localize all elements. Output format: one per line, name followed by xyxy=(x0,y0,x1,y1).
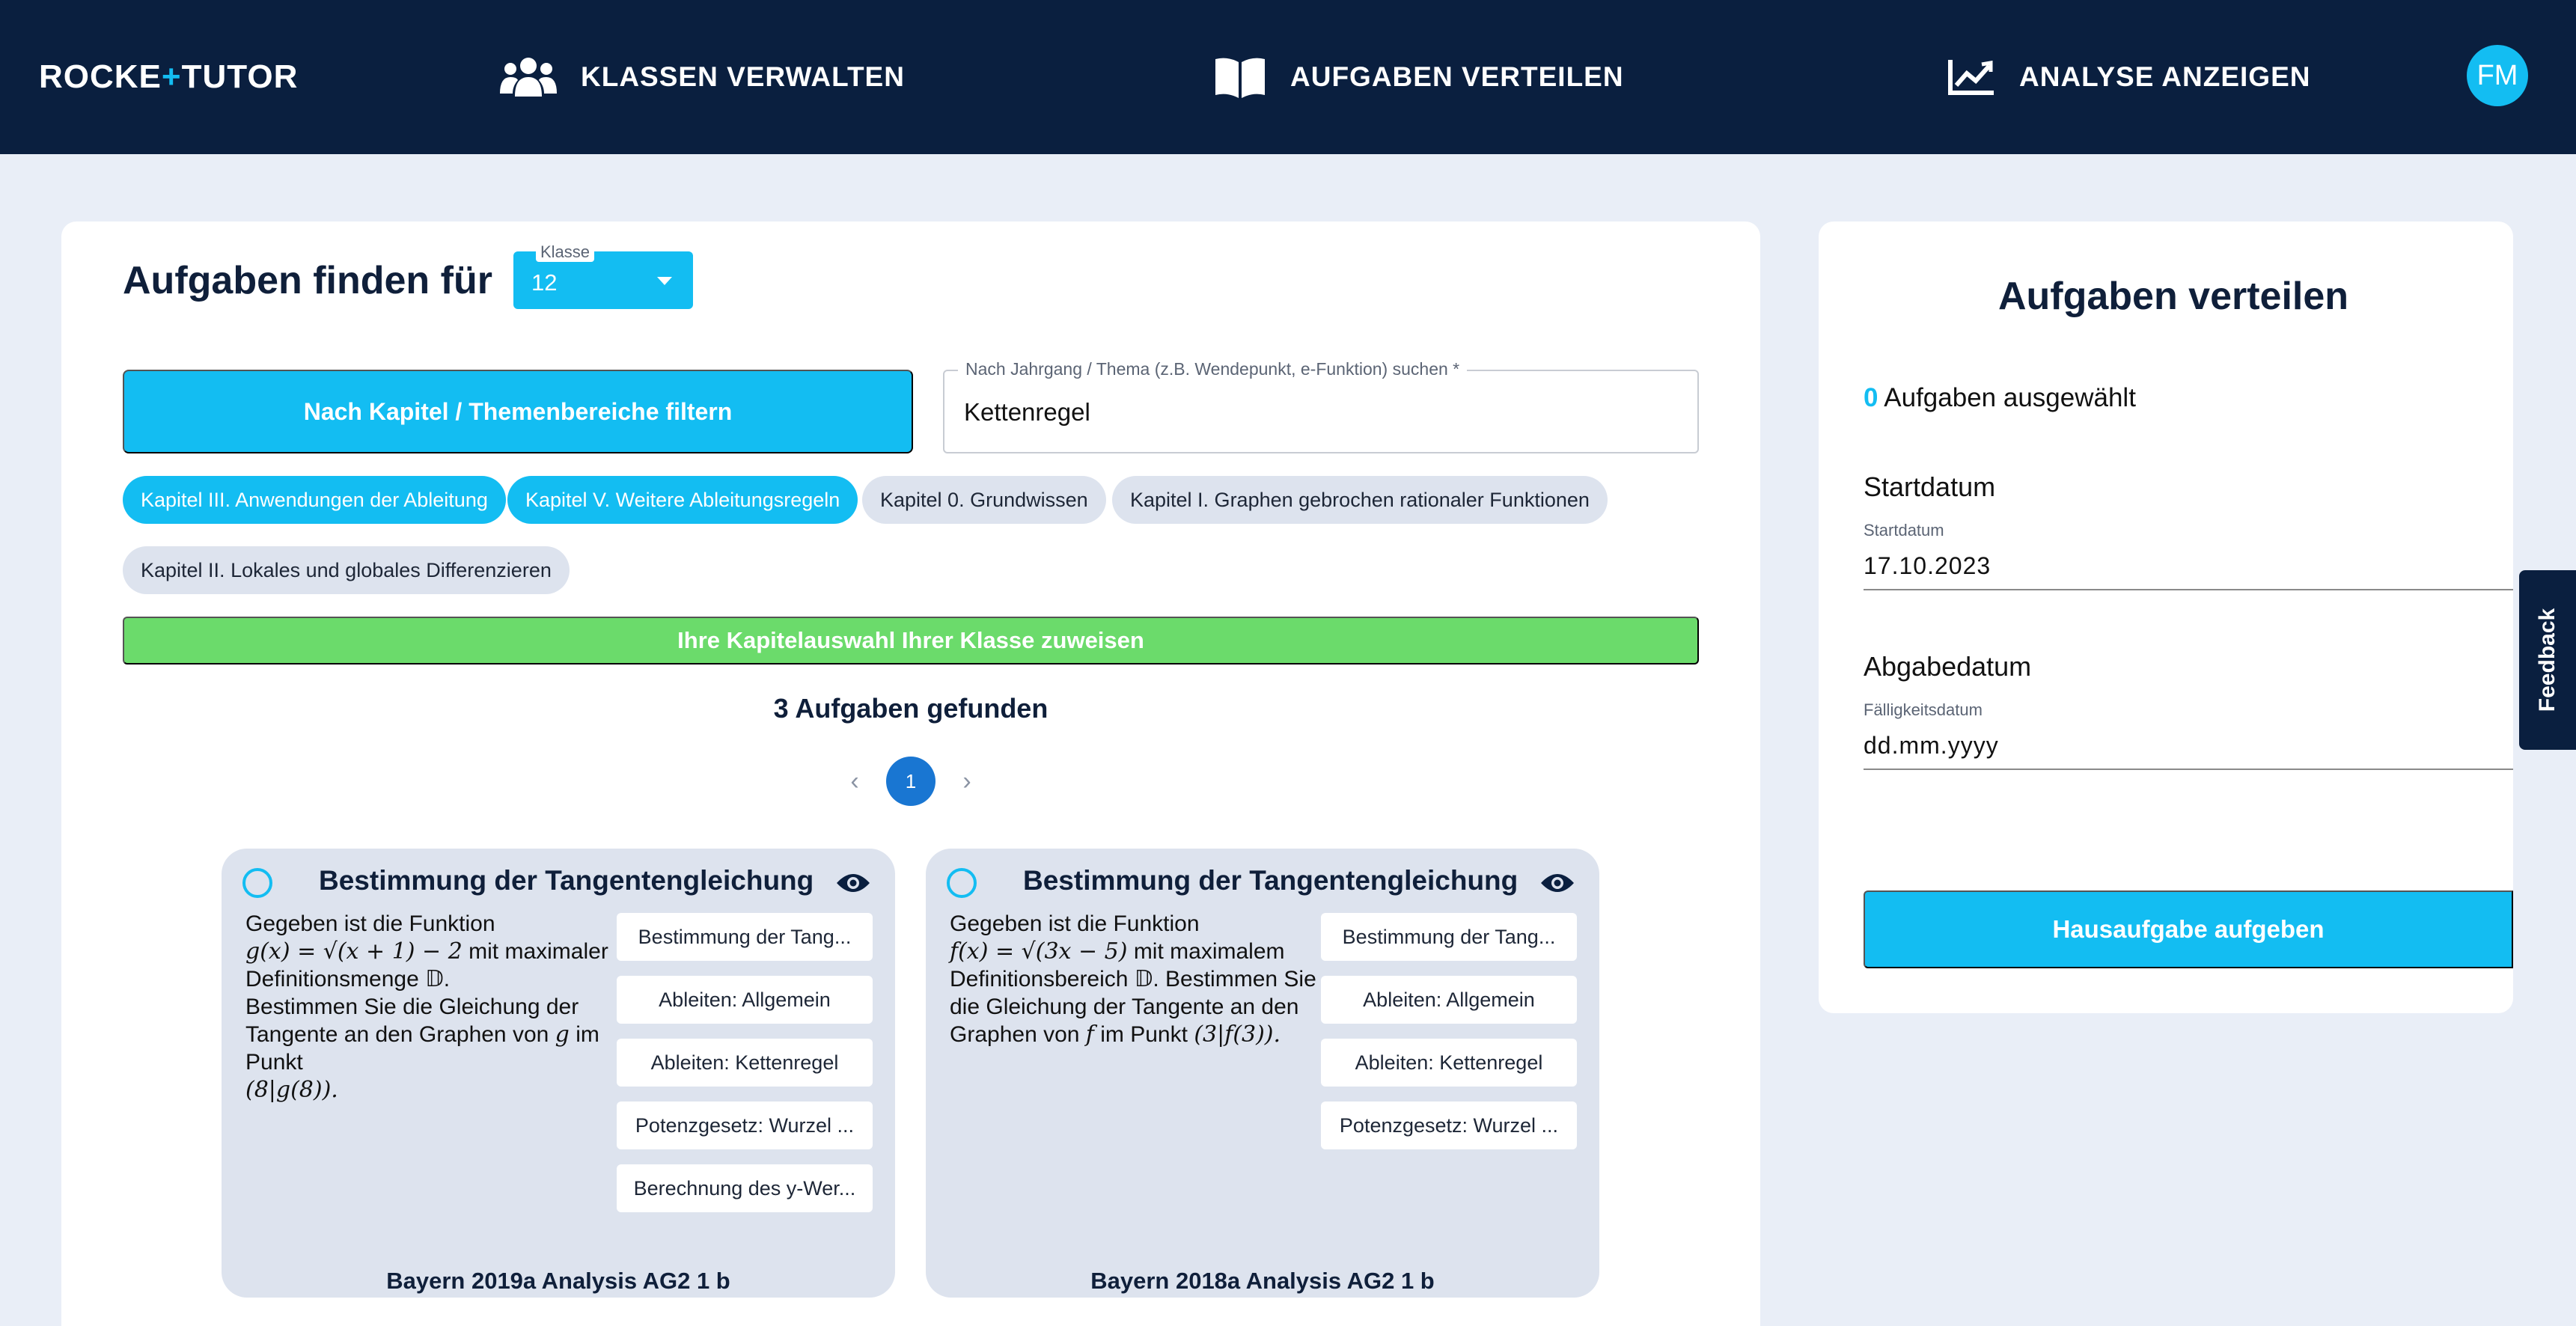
task-tag: Potenzgesetz: Wurzel ... xyxy=(617,1102,873,1149)
task-tag: Ableiten: Kettenregel xyxy=(1321,1039,1577,1087)
chapter-chip[interactable]: Kapitel III. Anwendungen der Ableitung xyxy=(123,476,506,524)
chapter-chip[interactable]: Kapitel 0. Grundwissen xyxy=(862,476,1106,524)
pager-prev-icon[interactable]: ‹ xyxy=(840,766,870,796)
assign-homework-button[interactable]: Hausaufgabe aufgeben xyxy=(1864,890,2513,968)
task-title: Bestimmung der Tangentengleichung xyxy=(1023,865,1519,896)
search-label: Nach Jahrgang / Thema (z.B. Wendepunkt, … xyxy=(958,359,1468,379)
due-date-heading: Abgabedatum xyxy=(1864,651,2032,682)
eye-icon[interactable] xyxy=(1539,871,1575,895)
task-formula: g(x) = √(x + 1) − 2 xyxy=(245,938,463,965)
nav-label: ANALYSE ANZEIGEN xyxy=(2019,61,2311,92)
class-select[interactable]: Klasse 12 xyxy=(513,242,693,309)
nav-label: KLASSEN VERWALTEN xyxy=(581,61,905,92)
feedback-label: Feedback xyxy=(2535,608,2560,712)
start-date-label: Startdatum xyxy=(1864,521,1944,540)
start-date-input[interactable]: 17.10.2023 xyxy=(1864,552,2513,590)
task-tag: Berechnung des y-Wer... xyxy=(617,1164,873,1212)
caret-down-icon xyxy=(657,277,672,285)
chapter-chip[interactable]: Kapitel II. Lokales und globales Differe… xyxy=(123,546,570,594)
task-select-radio[interactable] xyxy=(947,868,977,898)
class-select-label: Klasse xyxy=(536,242,595,262)
eye-icon[interactable] xyxy=(835,871,871,895)
task-tags: Bestimmung der Tang... Ableiten: Allgeme… xyxy=(1321,913,1577,1164)
task-description: Gegeben ist die Funktion f(x) = √(3x − 5… xyxy=(950,911,1316,1048)
finder-title-row: Aufgaben finden für xyxy=(123,250,492,311)
task-tag: Bestimmung der Tang... xyxy=(617,913,873,961)
users-icon xyxy=(500,58,557,97)
assign-chapters-button[interactable]: Ihre Kapitelauswahl Ihrer Klasse zuweise… xyxy=(123,617,1699,664)
task-tag: Ableiten: Allgemein xyxy=(617,976,873,1024)
nav-analyse-anzeigen[interactable]: ANALYSE ANZEIGEN xyxy=(1947,51,2311,103)
nav-aufgaben-verteilen[interactable]: AUFGABEN VERTEILEN xyxy=(1214,51,1624,103)
selected-count-number: 0 xyxy=(1864,383,1878,412)
task-card[interactable]: Bestimmung der Tangentengleichung Gegebe… xyxy=(926,849,1599,1298)
task-card[interactable]: Bestimmung der Tangentengleichung Gegebe… xyxy=(222,849,895,1298)
nav-klassen-verwalten[interactable]: KLASSEN VERWALTEN xyxy=(500,51,905,103)
nav-label: AUFGABEN VERTEILEN xyxy=(1290,61,1624,92)
task-title: Bestimmung der Tangentengleichung xyxy=(319,865,814,896)
task-select-radio[interactable] xyxy=(242,868,272,898)
chapter-chip[interactable]: Kapitel V. Weitere Ableitungsregeln xyxy=(507,476,858,524)
chart-line-icon xyxy=(1948,60,1994,95)
results-count: 3 Aufgaben gefunden xyxy=(773,693,1049,724)
page-title: Aufgaben finden für xyxy=(123,259,492,302)
user-avatar[interactable]: FM xyxy=(2467,45,2528,106)
feedback-tab[interactable]: Feedback xyxy=(2519,570,2576,750)
task-tag: Bestimmung der Tang... xyxy=(1321,913,1577,961)
pager-page-button[interactable]: 1 xyxy=(886,757,936,806)
top-navbar: ROCKE+TUTOR KLASSEN VERWALTEN AUFGABEN V… xyxy=(0,0,2576,154)
pager-next-icon[interactable]: › xyxy=(952,766,982,796)
task-tags: Bestimmung der Tang... Ableiten: Allgeme… xyxy=(617,913,873,1227)
task-tag: Ableiten: Allgemein xyxy=(1321,976,1577,1024)
due-date-input[interactable]: dd.mm.yyyy xyxy=(1864,732,2513,770)
task-tag: Ableiten: Kettenregel xyxy=(617,1039,873,1087)
task-tag: Potenzgesetz: Wurzel ... xyxy=(1321,1102,1577,1149)
due-date-label: Fälligkeitsdatum xyxy=(1864,700,1983,719)
filter-chapters-button[interactable]: Nach Kapitel / Themenbereiche filtern xyxy=(123,370,913,453)
task-formula: f(x) = √(3x − 5) xyxy=(950,938,1128,965)
search-value: Kettenregel xyxy=(964,398,1090,426)
chapter-chip[interactable]: Kapitel I. Graphen gebrochen rationaler … xyxy=(1112,476,1608,524)
task-source: Bayern 2019a Analysis AG2 1 b xyxy=(386,1268,730,1294)
selected-count-label: Aufgaben ausgewählt xyxy=(1884,383,2136,412)
topic-search-input[interactable]: Nach Jahrgang / Thema (z.B. Wendepunkt, … xyxy=(943,359,1699,453)
selected-count: 0 Aufgaben ausgewählt xyxy=(1864,383,2136,413)
start-date-heading: Startdatum xyxy=(1864,471,1996,502)
task-source: Bayern 2018a Analysis AG2 1 b xyxy=(1090,1268,1435,1294)
class-select-value: 12 xyxy=(531,269,558,296)
distribute-title: Aufgaben verteilen xyxy=(1997,275,2349,318)
task-description: Gegeben ist die Funktion g(x) = √(x + 1)… xyxy=(245,911,608,1103)
book-icon xyxy=(1215,58,1265,98)
rocketutor-logo[interactable]: ROCKE+TUTOR xyxy=(39,58,298,96)
